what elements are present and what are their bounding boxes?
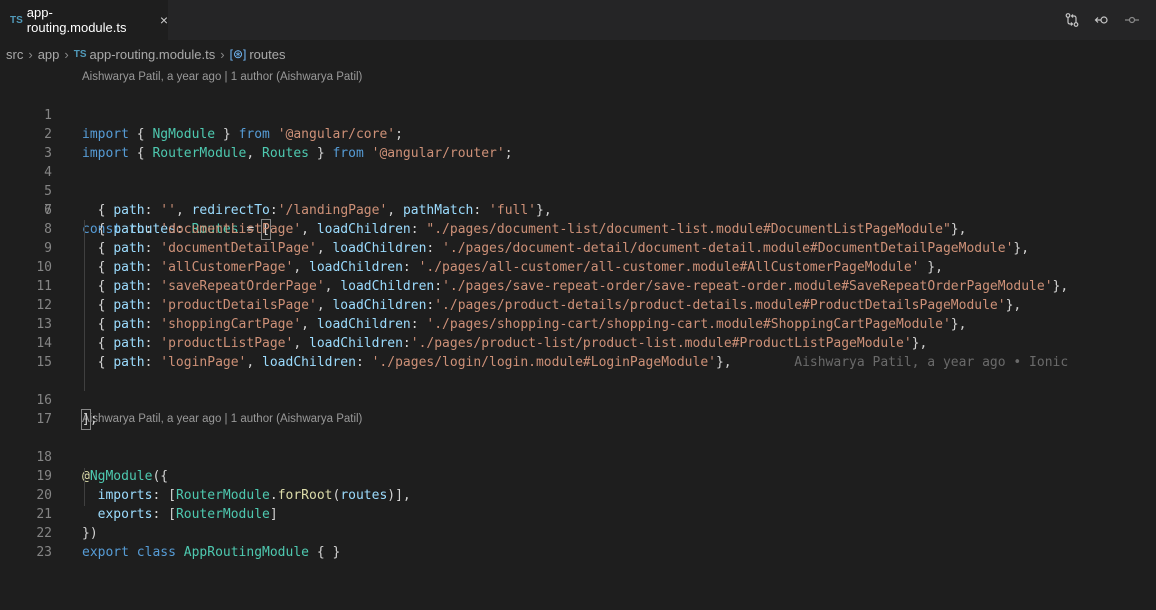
code-line: 16 ]; xyxy=(0,372,1156,430)
code-text: { path: 'shoppingCartPage', loadChildren… xyxy=(97,317,967,332)
code-line: 4 xyxy=(0,144,1156,180)
variable-symbol-icon: [⊛] xyxy=(229,47,247,61)
breadcrumb: src › app › TS app-routing.module.ts › [… xyxy=(0,40,1156,68)
route-line: 14 { path: 'productListPage', loadChildr… xyxy=(0,334,1156,353)
line-number: 9 xyxy=(44,241,52,256)
code-line: 5 xyxy=(0,163,1156,199)
bracket-match: ] xyxy=(81,409,91,430)
code-text: { path: 'loginPage', loadChildren: './pa… xyxy=(97,355,1069,370)
code-text: { path: 'allCustomerPage', loadChildren:… xyxy=(97,260,943,275)
code-line: 2 import { RouterModule, Routes } from '… xyxy=(0,106,1156,161)
line-number: 8 xyxy=(44,222,52,237)
chevron-right-icon: › xyxy=(64,46,69,62)
code-text: { path: 'productListPage', loadChildren:… xyxy=(97,336,928,351)
close-icon[interactable]: × xyxy=(160,12,168,28)
breadcrumb-item-file[interactable]: app-routing.module.ts xyxy=(90,47,216,62)
editor-actions xyxy=(1056,0,1146,40)
ts-file-icon: TS xyxy=(73,48,87,60)
route-line: 12 { path: 'productDetailsPage', loadChi… xyxy=(0,296,1156,315)
code-line: 3 xyxy=(0,125,1156,161)
code-text: { path: 'documentDetailPage', loadChildr… xyxy=(97,241,1030,256)
route-line: 13 { path: 'shoppingCartPage', loadChild… xyxy=(0,315,1156,334)
ts-file-icon: TS xyxy=(10,14,23,26)
code-line: 17 xyxy=(0,391,1156,427)
line-number: 10 xyxy=(36,260,52,275)
breadcrumb-item-app[interactable]: app xyxy=(38,47,60,62)
line-number: 11 xyxy=(36,279,52,294)
line-number: 7 xyxy=(44,203,52,218)
codelens-author[interactable]: Aishwarya Patil, a year ago | 1 author (… xyxy=(0,410,1156,429)
code-line: 20 exports: [RouterModule] xyxy=(0,467,1156,522)
route-line: 15 { path: 'loginPage', loadChildren: '.… xyxy=(0,353,1156,372)
code-line: 23 xyxy=(0,524,1156,560)
breadcrumb-item-src[interactable]: src xyxy=(6,47,23,62)
line-number: 17 xyxy=(36,412,52,427)
indent-guide xyxy=(84,220,85,391)
route-line: 10 { path: 'allCustomerPage', loadChildr… xyxy=(0,258,1156,277)
route-line: 9 { path: 'documentDetailPage', loadChil… xyxy=(0,239,1156,258)
line-number: 13 xyxy=(36,317,52,332)
line-number: 12 xyxy=(36,298,52,313)
route-line: 11 { path: 'saveRepeatOrderPage', loadCh… xyxy=(0,277,1156,296)
line-number: 23 xyxy=(36,545,52,560)
line-number: 15 xyxy=(36,355,52,370)
breadcrumb-item-routes[interactable]: routes xyxy=(249,47,285,62)
code-text: { path: '', redirectTo:'/landingPage', p… xyxy=(97,203,552,218)
codelens-author[interactable]: Aishwarya Patil, a year ago | 1 author (… xyxy=(0,68,1156,87)
code-line: 21 }) xyxy=(0,486,1156,541)
code-line: 6 const routes: Routes = [ xyxy=(0,182,1156,240)
line-number: 14 xyxy=(36,336,52,351)
indent-guide xyxy=(84,468,85,506)
git-compare-icon[interactable] xyxy=(1058,6,1086,34)
chevron-right-icon: › xyxy=(220,46,225,62)
code-text: { path: 'productDetailsPage', loadChildr… xyxy=(97,298,1022,313)
code-editor[interactable]: Aishwarya Patil, a year ago | 1 author (… xyxy=(0,68,1156,610)
code-text: ]; xyxy=(81,409,98,430)
editor-tab-bar: TS app-routing.module.ts × xyxy=(0,0,1156,40)
go-back-icon[interactable] xyxy=(1088,6,1116,34)
code-text: { path: 'saveRepeatOrderPage', loadChild… xyxy=(97,279,1069,294)
code-line: 22 export class AppRoutingModule { } xyxy=(0,505,1156,560)
code-line: 18 @NgModule({ xyxy=(0,429,1156,484)
code-line: 1 import { NgModule } from '@angular/cor… xyxy=(0,87,1156,142)
routes-block: 7 { path: '', redirectTo:'/landingPage',… xyxy=(0,201,1156,372)
code-line: 19 imports: [RouterModule.forRoot(routes… xyxy=(0,448,1156,503)
route-line: 7 { path: '', redirectTo:'/landingPage',… xyxy=(0,201,1156,220)
code-text: export class AppRoutingModule { } xyxy=(82,545,341,560)
code-text: { path: 'documentListPage', loadChildren… xyxy=(97,222,967,237)
chevron-right-icon: › xyxy=(28,46,33,62)
tab-app-routing-module[interactable]: TS app-routing.module.ts × xyxy=(0,0,168,40)
tab-title: app-routing.module.ts xyxy=(26,5,127,35)
route-line: 8 { path: 'documentListPage', loadChildr… xyxy=(0,220,1156,239)
git-commit-icon[interactable] xyxy=(1118,6,1146,34)
inline-blame: Aishwarya Patil, a year ago • Ionic xyxy=(731,355,1069,370)
